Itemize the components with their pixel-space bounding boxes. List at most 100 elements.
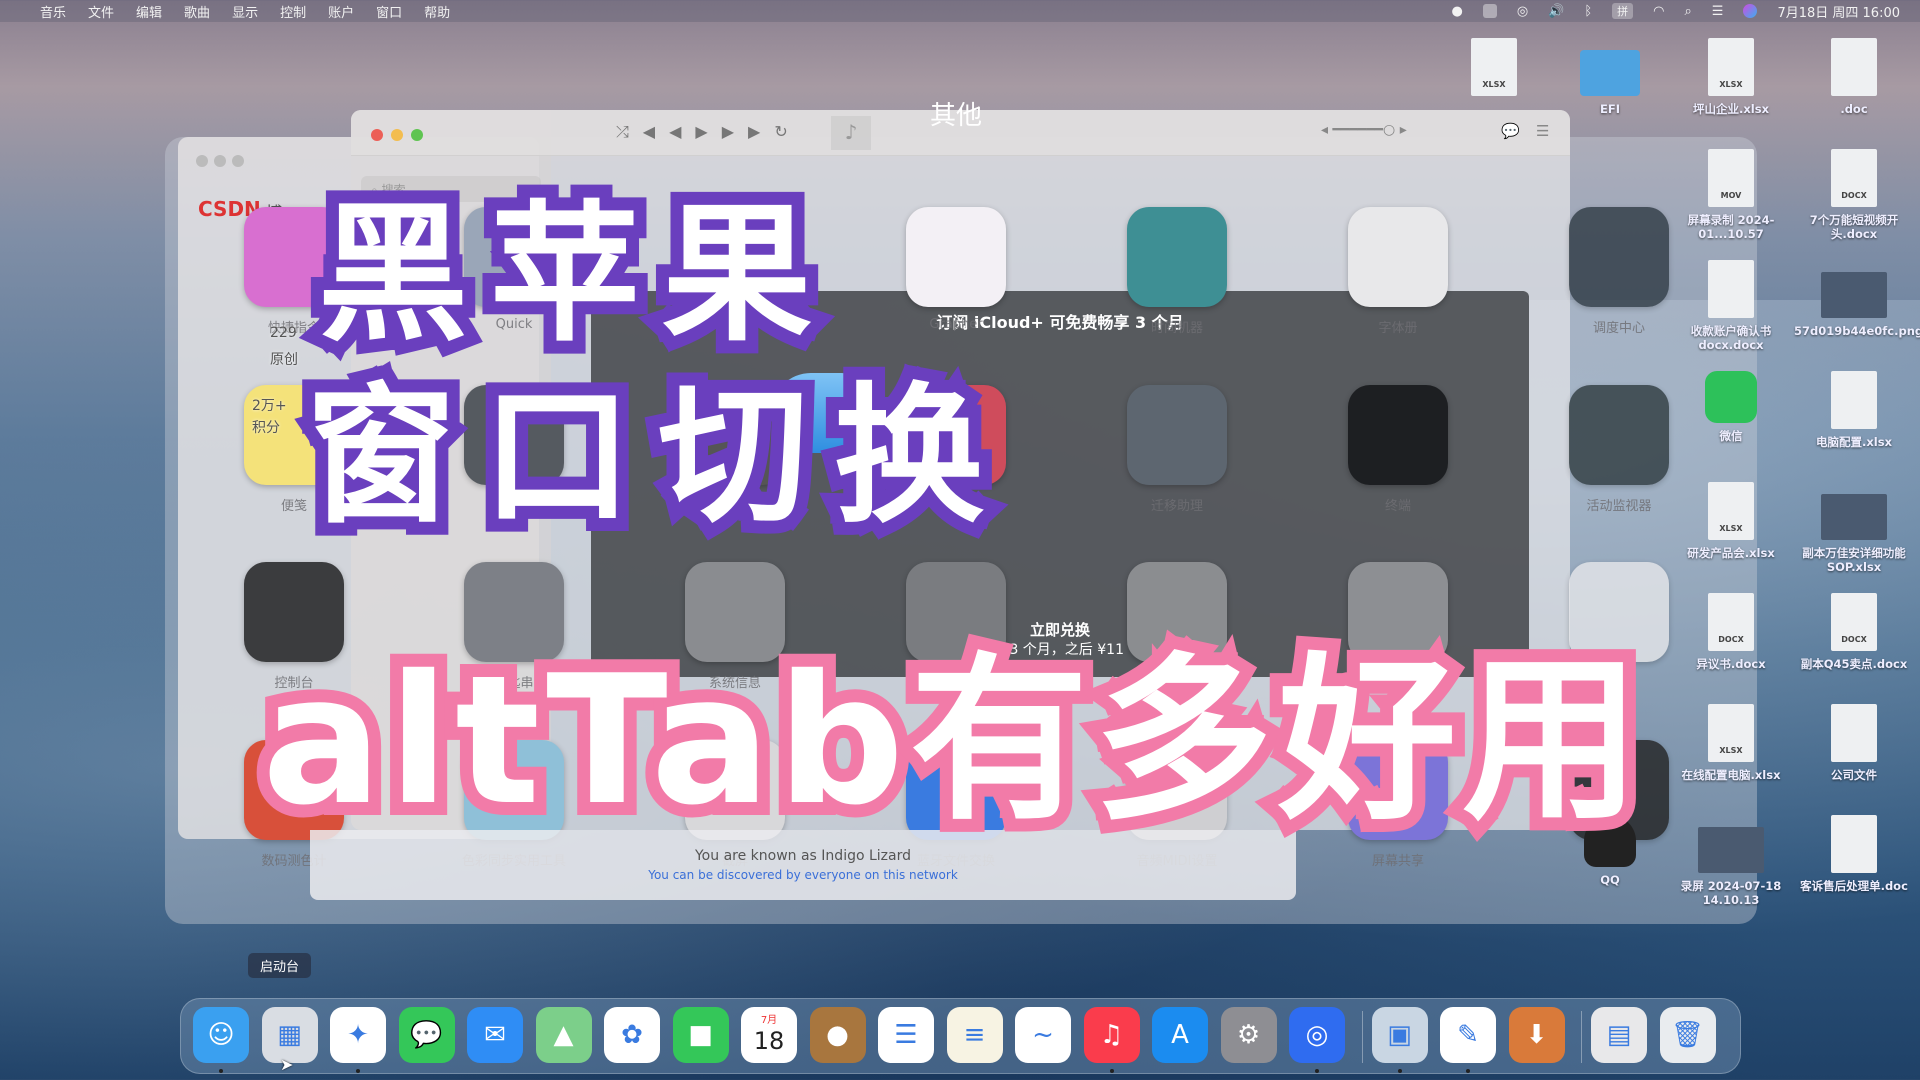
desktop-file[interactable]: 收款账户确认书 docx.docx	[1671, 260, 1791, 352]
dock-reminders[interactable]: ☰	[878, 1007, 934, 1063]
queue-list-icon[interactable]: ☰	[1536, 122, 1549, 140]
control-center-icon[interactable]: ☰	[1712, 4, 1724, 19]
document-icon: DOCX	[1831, 593, 1877, 651]
dock-messages[interactable]: 💬	[398, 1007, 455, 1063]
desktop-file[interactable]: XLSX 坪山企业.xlsx	[1671, 38, 1791, 116]
desktop-file[interactable]: XLSX 研发产品会.xlsx	[1671, 482, 1791, 560]
close-button[interactable]	[196, 155, 208, 167]
desktop-file[interactable]: 电脑配置.xlsx	[1794, 371, 1914, 449]
menu-item-2[interactable]: 编辑	[136, 2, 162, 21]
dock-maps[interactable]: ▲	[535, 1007, 592, 1063]
dock-textedit[interactable]: ✎	[1440, 1007, 1496, 1063]
wifi-icon[interactable]: ◠	[1653, 4, 1664, 19]
dock-trash[interactable]: 🗑	[1659, 1007, 1716, 1063]
dock-facetime[interactable]: ■	[672, 1007, 729, 1063]
app-grid-item[interactable]: Grapher	[901, 207, 1011, 332]
dock-calendar[interactable]: 7月 18	[741, 1007, 797, 1063]
app-grid-item[interactable]: 终端	[1343, 385, 1453, 514]
desktop-file[interactable]: 副本万佳安详细功能SOP.xlsx	[1794, 482, 1914, 574]
running-indicator	[1397, 1069, 1402, 1073]
dock-airdrop[interactable]: ◎	[1289, 1007, 1345, 1063]
original-count: 229	[270, 325, 297, 341]
dock-mail[interactable]: ✉	[467, 1007, 523, 1063]
desktop-file[interactable]: 微信	[1671, 371, 1791, 443]
dock-finder[interactable]: ☺	[193, 1007, 249, 1063]
desktop-file[interactable]: 录屏 2024-07-18 14.10.13	[1671, 815, 1791, 907]
dock-safari[interactable]: ✦	[330, 1007, 386, 1063]
desktop-file[interactable]: EFI	[1550, 38, 1670, 116]
desktop-file[interactable]: 客诉售后处理单.doc	[1794, 815, 1914, 893]
app-grid-item[interactable]: 迁移助理	[1122, 385, 1232, 514]
focus-icon[interactable]: ◎	[1517, 4, 1528, 19]
dock-music[interactable]: ♫	[1083, 1007, 1140, 1063]
file-name: 录屏 2024-07-18 14.10.13	[1680, 879, 1782, 907]
dock-notes[interactable]: ≡	[946, 1007, 1003, 1063]
dock-photos[interactable]: ✿	[604, 1007, 660, 1063]
app-grid-item[interactable]: 活动监视器	[1564, 385, 1674, 514]
datetime[interactable]: 7月18日 周四 16:00	[1777, 2, 1900, 21]
desktop-file[interactable]: DOCX 异议书.docx	[1671, 593, 1791, 671]
siri-icon[interactable]	[1743, 4, 1758, 18]
contacts-icon: ●	[826, 1020, 849, 1050]
dock-install-macos[interactable]: ⬇	[1508, 1007, 1565, 1063]
volume-icon[interactable]: 🔊	[1548, 4, 1564, 19]
menu-item-7[interactable]: 窗口	[376, 2, 402, 21]
desktop-file[interactable]: XLSX	[1434, 38, 1554, 102]
file-name: 副本万佳安详细功能SOP.xlsx	[1802, 546, 1906, 574]
menu-item-3[interactable]: 歌曲	[184, 2, 210, 21]
dock-system-settings[interactable]: ⚙	[1220, 1007, 1277, 1063]
app-label: 时间机器	[1150, 321, 1203, 336]
document-icon	[1831, 38, 1877, 96]
display-icon[interactable]	[1482, 4, 1497, 18]
screen-record-icon[interactable]: ●	[1451, 4, 1462, 19]
file-type-label: DOCX	[1841, 635, 1867, 644]
app-label: 活动监视器	[1586, 499, 1652, 514]
volume-slider[interactable]: ◂ ━━━━━━○ ▸	[1321, 122, 1407, 138]
zoom-button[interactable]	[411, 129, 423, 141]
freeform-icon: ~	[1032, 1020, 1054, 1050]
close-button[interactable]	[371, 129, 383, 141]
desktop-file[interactable]: DOCX 副本Q45卖点.docx	[1794, 593, 1914, 671]
dock-preview[interactable]: ▣	[1371, 1007, 1428, 1063]
menu-item-8[interactable]: 帮助	[424, 2, 450, 21]
file-name: 微信	[1719, 429, 1743, 443]
running-indicator	[1109, 1069, 1114, 1073]
dock-downloads[interactable]: ▤	[1591, 1007, 1647, 1063]
file-name: 研发产品会.xlsx	[1687, 546, 1775, 560]
menu-item-6[interactable]: 账户	[328, 2, 354, 21]
app-icon	[1569, 207, 1669, 307]
app-grid-item[interactable]: 字体册	[1343, 207, 1453, 336]
menu-item-4[interactable]: 显示	[232, 2, 258, 21]
desktop-file[interactable]: .doc	[1794, 38, 1914, 116]
app-icon	[1127, 385, 1227, 485]
playback-controls[interactable]: ⤮◀◀▶▶▶↻	[616, 122, 802, 142]
minimize-button[interactable]	[214, 155, 226, 167]
folder-title: 其他	[930, 101, 983, 131]
dock-tooltip: 启动台	[248, 953, 312, 978]
menu-item-5[interactable]: 控制	[280, 2, 306, 21]
menu-item-0[interactable]: 音乐	[40, 2, 66, 21]
dock-freeform[interactable]: ~	[1015, 1007, 1071, 1063]
spotlight-icon[interactable]: ⌕	[1685, 4, 1692, 19]
input-method[interactable]: 拼	[1612, 3, 1634, 19]
lyrics-icon[interactable]: 💬	[1501, 122, 1520, 140]
app-grid-item[interactable]: 时间机器	[1122, 207, 1232, 336]
desktop-file[interactable]: 公司文件	[1794, 704, 1914, 782]
minimize-button[interactable]	[391, 129, 403, 141]
airdrop-discoverable[interactable]: You can be discovered by everyone on thi…	[310, 868, 1296, 882]
document-icon: XLSX	[1708, 482, 1754, 540]
dock-app-store[interactable]: A	[1152, 1007, 1208, 1063]
app-grid-item[interactable]: 调度中心	[1564, 207, 1674, 336]
file-name: 公司文件	[1831, 768, 1877, 782]
menu-bar: 音乐 文件 编辑 歌曲 显示 控制 账户 窗口 帮助 ● ◎ 🔊 ᛒ 拼 ◠ ⌕ ☰ 7月18日…	[0, 0, 1920, 22]
desktop-file[interactable]: DOCX 7个万能短视频开头.docx	[1794, 149, 1914, 241]
menu-item-1[interactable]: 文件	[88, 2, 114, 21]
running-indicator	[1466, 1069, 1470, 1073]
bluetooth-icon[interactable]: ᛒ	[1584, 4, 1592, 19]
desktop-file[interactable]: XLSX 在线配置电脑.xlsx	[1671, 704, 1791, 782]
desktop-file[interactable]: 57d019b44e0fc.png_e68...g.png	[1794, 260, 1920, 338]
desktop-file[interactable]: MOV 屏幕录制 2024-01...10.57	[1671, 149, 1791, 241]
zoom-button[interactable]	[232, 155, 244, 167]
dock-contacts[interactable]: ●	[809, 1007, 866, 1063]
mail-icon: ✉	[484, 1020, 506, 1050]
